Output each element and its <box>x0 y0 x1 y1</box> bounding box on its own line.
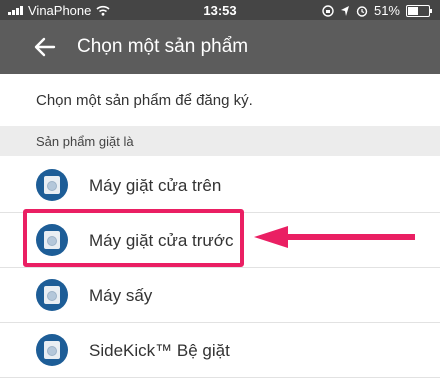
location-icon <box>340 5 349 16</box>
pedestal-icon <box>36 334 68 366</box>
instruction-text: Chọn một sản phẩm để đăng ký. <box>36 92 253 109</box>
annotation-arrow-icon <box>254 226 415 248</box>
list-item-sidekick[interactable]: SideKick™ Bệ giặt <box>0 323 440 378</box>
battery-percent: 51% <box>373 3 400 18</box>
washer-icon <box>36 169 68 201</box>
alarm-icon <box>356 5 368 17</box>
section-title: Sản phẩm giặt là <box>36 134 134 149</box>
list-item-label: Máy giặt cửa trên <box>89 176 222 195</box>
list-item-top-load-washer[interactable]: Máy giặt cửa trên <box>0 158 440 213</box>
product-list: Máy giặt cửa trên Máy giặt cửa trước Máy… <box>0 158 440 378</box>
highlight-box <box>23 209 244 267</box>
status-bar: VinaPhone 13:53 51% <box>0 0 440 20</box>
page-title: Chọn một sản phẩm <box>77 36 249 57</box>
dryer-icon <box>36 279 68 311</box>
status-right: 51% <box>322 3 432 18</box>
list-item-dryer[interactable]: Máy sấy <box>0 268 440 323</box>
battery-icon <box>406 4 432 17</box>
list-item-label: Máy sấy <box>89 286 153 305</box>
app-bar: Chọn một sản phẩm <box>0 20 440 74</box>
section-header: Sản phẩm giặt là <box>0 126 440 156</box>
rotation-lock-icon <box>322 4 334 17</box>
arrow-left-icon[interactable] <box>34 37 56 57</box>
list-item-label: SideKick™ Bệ giặt <box>89 341 230 360</box>
